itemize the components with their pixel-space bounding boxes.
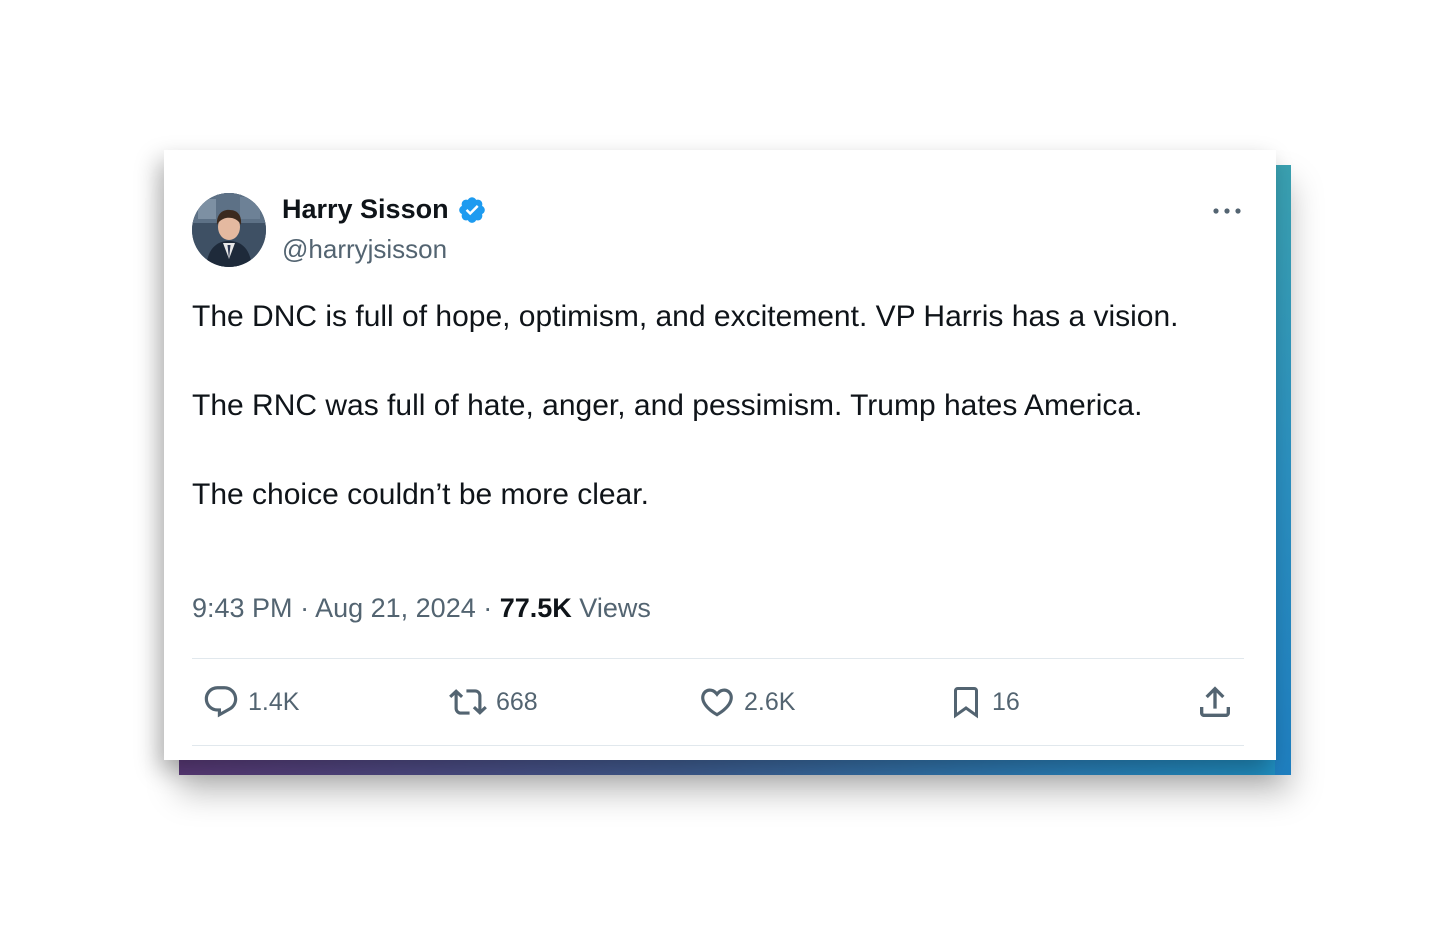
- heart-icon: [701, 688, 733, 717]
- screenshot-stage: Harry Sisson @harryjsisson The DNC is fu…: [0, 0, 1456, 925]
- reply-button[interactable]: 1.4K: [202, 660, 299, 744]
- divider: [192, 658, 1244, 659]
- views-count: 77.5K: [499, 593, 572, 623]
- bookmark-icon: [954, 687, 978, 719]
- more-options-button[interactable]: [1212, 198, 1242, 224]
- verified-badge-icon[interactable]: [457, 195, 487, 225]
- reply-count: 1.4K: [248, 687, 300, 716]
- views-label: Views: [571, 593, 651, 623]
- tweet-meta: 9:43 PM · Aug 21, 2024 · 77.5K Views: [192, 593, 651, 624]
- tweet-paragraph: The choice couldn’t be more clear.: [192, 478, 649, 511]
- repost-icon: [449, 689, 487, 715]
- action-bar: 1.4K 668 2.6K 16: [192, 660, 1244, 744]
- tweet-date[interactable]: Aug 21, 2024: [315, 593, 476, 623]
- reply-icon: [204, 686, 238, 718]
- like-button[interactable]: 2.6K: [698, 660, 795, 744]
- tweet-paragraph: The RNC was full of hate, anger, and pes…: [192, 389, 1143, 422]
- meta-separator: ·: [475, 593, 500, 623]
- avatar[interactable]: [192, 193, 266, 267]
- bookmark-button[interactable]: 16: [948, 660, 1020, 744]
- tweet-card: Harry Sisson @harryjsisson The DNC is fu…: [164, 150, 1276, 760]
- tweet-paragraph: The DNC is full of hope, optimism, and e…: [192, 300, 1179, 333]
- author-name-row: Harry Sisson: [282, 194, 487, 225]
- avatar-photo: [192, 193, 266, 267]
- more-dots-icon: [1213, 208, 1241, 214]
- tweet-body: The DNC is full of hope, optimism, and e…: [192, 295, 1232, 517]
- like-count: 2.6K: [744, 687, 796, 716]
- repost-count: 668: [496, 687, 538, 716]
- meta-separator: ·: [292, 593, 316, 623]
- bookmark-count: 16: [992, 687, 1020, 716]
- repost-button[interactable]: 668: [448, 660, 538, 744]
- author-handle[interactable]: @harryjsisson: [282, 234, 447, 265]
- divider: [192, 745, 1244, 746]
- author-display-name[interactable]: Harry Sisson: [282, 194, 449, 225]
- share-button[interactable]: [1195, 660, 1235, 744]
- share-icon: [1200, 686, 1230, 717]
- tweet-time[interactable]: 9:43 PM: [192, 593, 293, 623]
